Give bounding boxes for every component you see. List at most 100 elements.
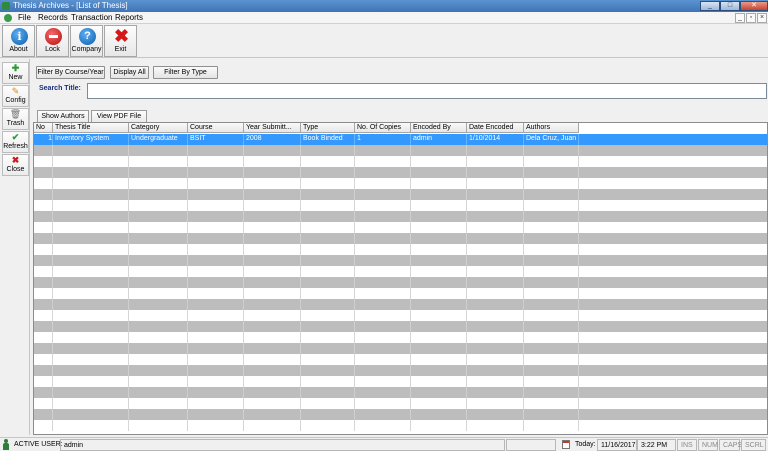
company-button[interactable]: ? Company xyxy=(70,25,103,57)
sidebar-item-config[interactable]: ✎ Config xyxy=(2,85,29,107)
table-cell xyxy=(53,156,129,167)
table-row[interactable] xyxy=(34,200,767,211)
table-row[interactable] xyxy=(34,332,767,343)
table-cell xyxy=(34,398,53,409)
table-cell xyxy=(34,145,53,156)
app-menu-icon[interactable] xyxy=(4,14,12,22)
table-row[interactable] xyxy=(34,299,767,310)
table-row[interactable] xyxy=(34,145,767,156)
table-cell xyxy=(188,200,244,211)
table-row[interactable] xyxy=(34,365,767,376)
column-header[interactable]: No. Of Copies xyxy=(355,123,411,133)
tab-view-pdf-file[interactable]: View PDF File xyxy=(91,110,147,122)
column-header[interactable]: Date Encoded xyxy=(467,123,524,133)
sidebar-item-new[interactable]: ✚ New xyxy=(2,62,29,84)
table-cell xyxy=(355,233,411,244)
table-cell xyxy=(467,409,524,420)
table-cell xyxy=(524,277,579,288)
table-row[interactable] xyxy=(34,277,767,288)
table-row[interactable] xyxy=(34,321,767,332)
table-row[interactable] xyxy=(34,310,767,321)
table-cell xyxy=(244,222,301,233)
column-header[interactable]: Course xyxy=(188,123,244,133)
table-row[interactable] xyxy=(34,398,767,409)
active-user-value: admin xyxy=(60,439,505,451)
table-row[interactable] xyxy=(34,288,767,299)
table-cell xyxy=(34,343,53,354)
table-row[interactable] xyxy=(34,255,767,266)
table-row[interactable] xyxy=(34,178,767,189)
column-header[interactable]: No xyxy=(34,123,53,133)
table-row[interactable] xyxy=(34,167,767,178)
column-header[interactable]: Authors xyxy=(524,123,579,133)
column-header[interactable]: Thesis Title xyxy=(53,123,129,133)
table-cell xyxy=(411,244,467,255)
table-cell xyxy=(524,398,579,409)
sidebar-item-refresh[interactable]: ✔ Refresh xyxy=(2,131,29,153)
table-row[interactable] xyxy=(34,222,767,233)
table-cell xyxy=(244,343,301,354)
table-cell xyxy=(34,420,53,431)
table-cell xyxy=(188,266,244,277)
about-button[interactable]: i About xyxy=(2,25,35,57)
mdi-minimize-button[interactable]: _ xyxy=(735,13,745,23)
table-row[interactable] xyxy=(34,156,767,167)
status-spacer xyxy=(506,439,556,451)
menu-transaction[interactable]: Transaction xyxy=(71,13,113,23)
table-cell xyxy=(34,167,53,178)
table-row[interactable] xyxy=(34,387,767,398)
table-row[interactable] xyxy=(34,354,767,365)
table-cell xyxy=(467,354,524,365)
filter-type-button[interactable]: Filter By Type xyxy=(153,66,218,79)
table-cell xyxy=(188,145,244,156)
table-cell xyxy=(355,321,411,332)
menu-file[interactable]: File xyxy=(18,13,31,23)
table-cell xyxy=(411,310,467,321)
menu-records[interactable]: Records xyxy=(38,13,68,23)
sidebar-item-close[interactable]: ✖ Close xyxy=(2,154,29,176)
sidebar-item-trash[interactable]: 🗑 Trash xyxy=(2,108,29,130)
column-header[interactable]: Year Submitt... xyxy=(244,123,301,133)
table-cell xyxy=(244,365,301,376)
column-header[interactable]: Type xyxy=(301,123,355,133)
table-cell xyxy=(411,321,467,332)
exit-button[interactable]: ✖ Exit xyxy=(104,25,137,57)
table-cell xyxy=(129,233,188,244)
display-all-button[interactable]: Display All xyxy=(110,66,149,79)
table-row[interactable] xyxy=(34,189,767,200)
table-cell xyxy=(129,145,188,156)
table-row[interactable] xyxy=(34,409,767,420)
column-header[interactable]: Category xyxy=(129,123,188,133)
toolbar: i About Lock ? Company ✖ Exit xyxy=(0,24,768,58)
maximize-button[interactable]: □ xyxy=(720,1,740,11)
table-row[interactable] xyxy=(34,420,767,431)
table-cell xyxy=(244,244,301,255)
table-cell xyxy=(301,299,355,310)
search-title-input[interactable] xyxy=(87,83,767,99)
thesis-grid[interactable]: No Thesis Title Category Course Year Submitt… xyxy=(33,122,768,435)
table-row[interactable] xyxy=(34,211,767,222)
table-cell xyxy=(53,211,129,222)
table-cell xyxy=(34,178,53,189)
mdi-restore-button[interactable]: ▫ xyxy=(746,13,756,23)
status-caps: CAPS xyxy=(719,439,742,451)
table-cell xyxy=(34,222,53,233)
table-row[interactable] xyxy=(34,376,767,387)
table-row[interactable] xyxy=(34,244,767,255)
trash-icon: 🗑 xyxy=(9,109,22,119)
table-cell xyxy=(53,310,129,321)
filter-course-year-button[interactable]: Filter By Course/Year xyxy=(36,66,105,79)
table-row[interactable] xyxy=(34,266,767,277)
table-row[interactable] xyxy=(34,343,767,354)
mdi-close-button[interactable]: × xyxy=(757,13,767,23)
column-header[interactable]: Encoded By xyxy=(411,123,467,133)
lock-button[interactable]: Lock xyxy=(36,25,69,57)
table-cell: 1 xyxy=(355,134,411,145)
minimize-button[interactable]: _ xyxy=(700,1,720,11)
tab-show-authors[interactable]: Show Authors xyxy=(37,110,89,122)
table-cell xyxy=(524,167,579,178)
table-row[interactable]: 1 Inventory System Undergraduate BSIT 2008 Bo… xyxy=(34,134,767,145)
window-close-button[interactable]: ✕ xyxy=(740,1,768,11)
table-row[interactable] xyxy=(34,233,767,244)
menu-reports[interactable]: Reports xyxy=(115,13,143,23)
